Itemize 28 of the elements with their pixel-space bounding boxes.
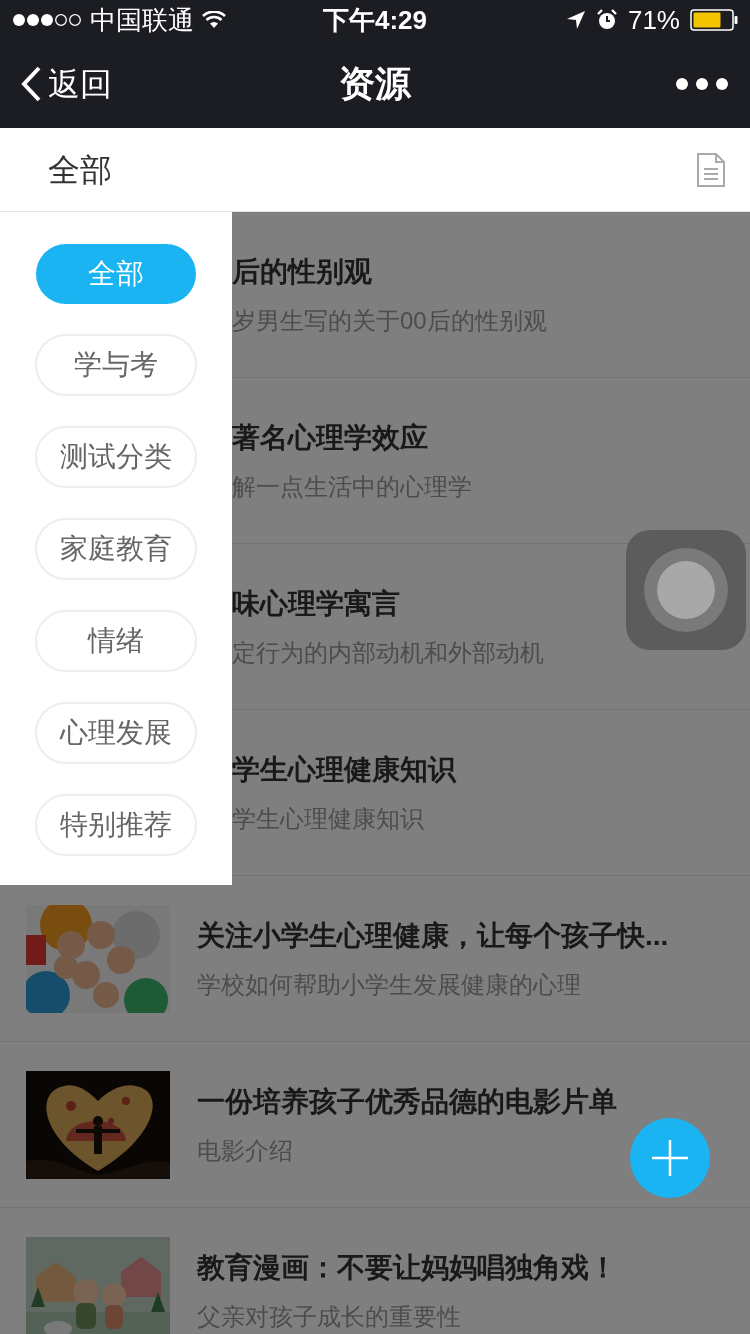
- category-pill[interactable]: 心理发展: [35, 702, 197, 764]
- article-title[interactable]: 教育漫画：不要让妈妈唱独角戏！: [197, 1246, 617, 1289]
- signal-icon: [12, 12, 82, 28]
- location-arrow-icon: [565, 10, 586, 30]
- page-title: 资源: [339, 62, 411, 106]
- category-pill[interactable]: 测试分类: [35, 426, 197, 488]
- category-pill[interactable]: 特别推荐: [35, 794, 197, 856]
- back-button[interactable]: 返回: [20, 60, 112, 108]
- category-pill[interactable]: 情绪: [35, 610, 197, 672]
- clock-time: 下午4:29: [322, 3, 427, 37]
- carrier-name: 中国联通: [90, 3, 194, 37]
- article-title[interactable]: 学生心理健康知识: [232, 748, 456, 791]
- document-icon[interactable]: [696, 151, 726, 188]
- alarm-icon: [595, 9, 618, 31]
- assistive-touch-button[interactable]: [626, 530, 746, 650]
- plus-icon: [650, 1138, 690, 1178]
- battery-percent: 71%: [627, 3, 680, 37]
- back-chevron-icon: [20, 66, 42, 102]
- article-title[interactable]: 一份培养孩子优秀品德的电影片单: [197, 1080, 617, 1123]
- article-title[interactable]: 关注小学生心理健康，让每个孩子快...: [197, 914, 669, 957]
- category-pill[interactable]: 家庭教育: [35, 518, 197, 580]
- filter-dropdown[interactable]: 全部: [48, 145, 112, 194]
- article-title[interactable]: 后的性别观: [232, 250, 547, 293]
- category-pill[interactable]: 学与考: [35, 334, 197, 396]
- battery-icon: [690, 9, 738, 31]
- wifi-icon: [202, 11, 226, 29]
- article-title[interactable]: 味心理学寓言: [232, 582, 544, 625]
- article-title[interactable]: 著名心理学效应: [232, 416, 472, 459]
